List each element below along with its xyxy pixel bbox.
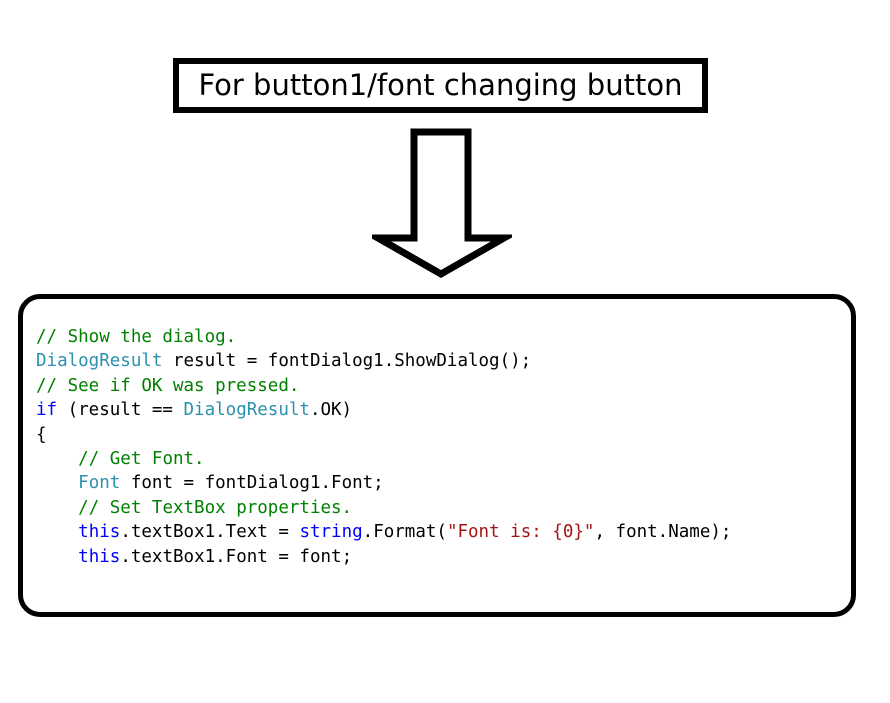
code-line: // See if OK was pressed. bbox=[36, 374, 731, 398]
code-token-plain: .Format( bbox=[362, 522, 447, 543]
code-token-plain: .textBox1.Text = bbox=[120, 522, 300, 543]
code-token-keyword: if bbox=[36, 400, 58, 421]
code-line: this.textBox1.Font = font; bbox=[36, 545, 731, 569]
code-token-comment: // Show the dialog. bbox=[36, 327, 237, 347]
arrow-polygon bbox=[372, 128, 512, 279]
code-line: this.textBox1.Text = string.Format("Font… bbox=[36, 520, 731, 544]
code-token-plain: result = fontDialog1.ShowDialog(); bbox=[162, 351, 532, 372]
code-line: { bbox=[36, 423, 731, 447]
code-block: // Show the dialog. DialogResult result =… bbox=[36, 325, 731, 569]
code-token-plain: .OK) bbox=[309, 400, 353, 421]
code-token-plain: .textBox1.Font = font; bbox=[120, 546, 353, 567]
code-token-keyword: this bbox=[78, 546, 121, 567]
code-token-plain: , font.Name); bbox=[594, 522, 732, 543]
down-arrow-icon bbox=[372, 128, 512, 280]
code-line: // Get Font. bbox=[36, 447, 731, 471]
code-token-comment: // Set TextBox properties. bbox=[78, 497, 353, 518]
code-token-plain: (result == bbox=[57, 400, 184, 421]
code-token-keyword: this bbox=[78, 522, 121, 543]
callout-title-box: For button1/font changing button bbox=[173, 58, 708, 113]
page-title: For button1/font changing button bbox=[198, 68, 683, 102]
code-line: // Show the dialog. bbox=[36, 325, 731, 349]
code-token-comment: // Get Font. bbox=[78, 449, 205, 470]
code-line: DialogResult result = fontDialog1.ShowDi… bbox=[36, 349, 731, 373]
code-line: if (result == DialogResult.OK) bbox=[36, 398, 731, 422]
code-line: Font font = fontDialog1.Font; bbox=[36, 471, 731, 495]
code-token-type: Font bbox=[78, 473, 121, 494]
code-token-plain: { bbox=[36, 424, 47, 445]
code-token-plain: font = fontDialog1.Font; bbox=[120, 473, 384, 494]
down-arrow-shape bbox=[372, 128, 512, 279]
code-token-type: DialogResult bbox=[36, 351, 163, 372]
code-token-type: DialogResult bbox=[183, 400, 310, 421]
code-token-comment: // See if OK was pressed. bbox=[36, 375, 300, 396]
code-panel: // Show the dialog. DialogResult result =… bbox=[18, 294, 856, 617]
code-token-keyword: string bbox=[299, 522, 363, 543]
code-token-string: "Font is: {0}" bbox=[446, 522, 595, 543]
code-line: // Set TextBox properties. bbox=[36, 496, 731, 520]
